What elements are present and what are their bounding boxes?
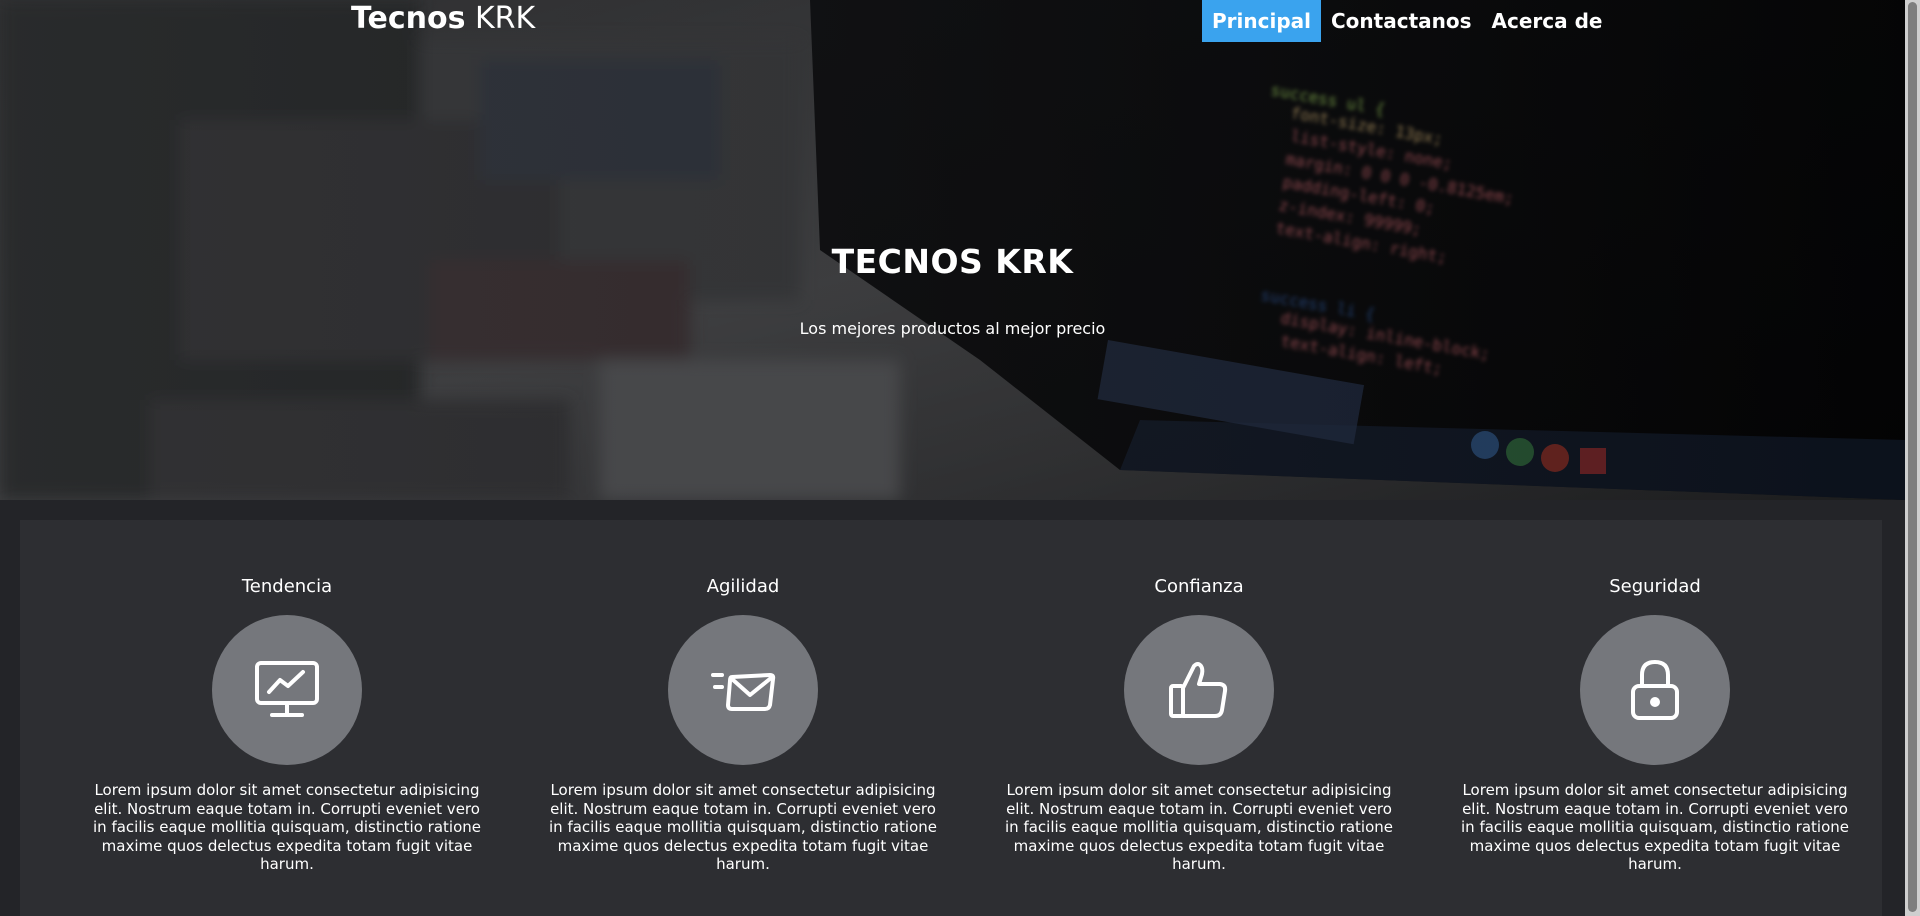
feature-icon-circle	[668, 615, 818, 765]
lock-icon	[1631, 660, 1679, 720]
feature-card-confianza: Confianza Lorem ipsum dolor sit amet con…	[994, 575, 1404, 874]
feature-icon-circle	[1124, 615, 1274, 765]
feature-title: Agilidad	[706, 576, 780, 597]
brand-logo[interactable]: Tecnos KRK	[351, 0, 535, 38]
hero-banner: success ul { font-size: 13px; list-style…	[0, 0, 1905, 500]
feature-icon-circle	[212, 615, 362, 765]
scrollbar-thumb[interactable]	[1908, 2, 1917, 912]
page-scrollbar[interactable]	[1905, 0, 1920, 916]
feature-card-agilidad: Agilidad Lorem ipsum dolor sit amet cons…	[538, 575, 948, 874]
feature-card-seguridad: Seguridad Lorem ipsum dolor sit amet con…	[1450, 575, 1860, 874]
main-nav: Principal Contactanos Acerca de	[1202, 0, 1612, 42]
feature-title: Confianza	[1154, 576, 1244, 597]
hero-title: TECNOS KRK	[831, 242, 1074, 281]
thumbs-up-icon	[1169, 662, 1228, 718]
brand-name-bold: Tecnos	[351, 1, 466, 36]
page: success ul { font-size: 13px; list-style…	[0, 0, 1905, 916]
feature-card-tendencia: Tendencia Lorem ipsum dolor sit amet con…	[82, 575, 492, 874]
hero-subtitle: Los mejores productos al mejor precio	[799, 319, 1106, 338]
feature-description: Lorem ipsum dolor sit amet consectetur a…	[93, 781, 481, 873]
nav-item-principal[interactable]: Principal	[1202, 0, 1321, 42]
monitor-chart-icon	[255, 661, 319, 717]
feature-title: Seguridad	[1609, 576, 1701, 597]
fast-mail-icon	[711, 673, 776, 711]
nav-item-acerca-de[interactable]: Acerca de	[1482, 0, 1613, 42]
feature-icon-circle	[1580, 615, 1730, 765]
brand-name-regular: KRK	[474, 1, 536, 36]
features-panel: Tendencia Lorem ipsum dolor sit amet con…	[20, 520, 1882, 916]
feature-description: Lorem ipsum dolor sit amet consectetur a…	[1461, 781, 1849, 873]
feature-description: Lorem ipsum dolor sit amet consectetur a…	[549, 781, 937, 873]
nav-item-contactanos[interactable]: Contactanos	[1321, 0, 1482, 42]
feature-description: Lorem ipsum dolor sit amet consectetur a…	[1005, 781, 1393, 873]
feature-title: Tendencia	[241, 576, 333, 597]
